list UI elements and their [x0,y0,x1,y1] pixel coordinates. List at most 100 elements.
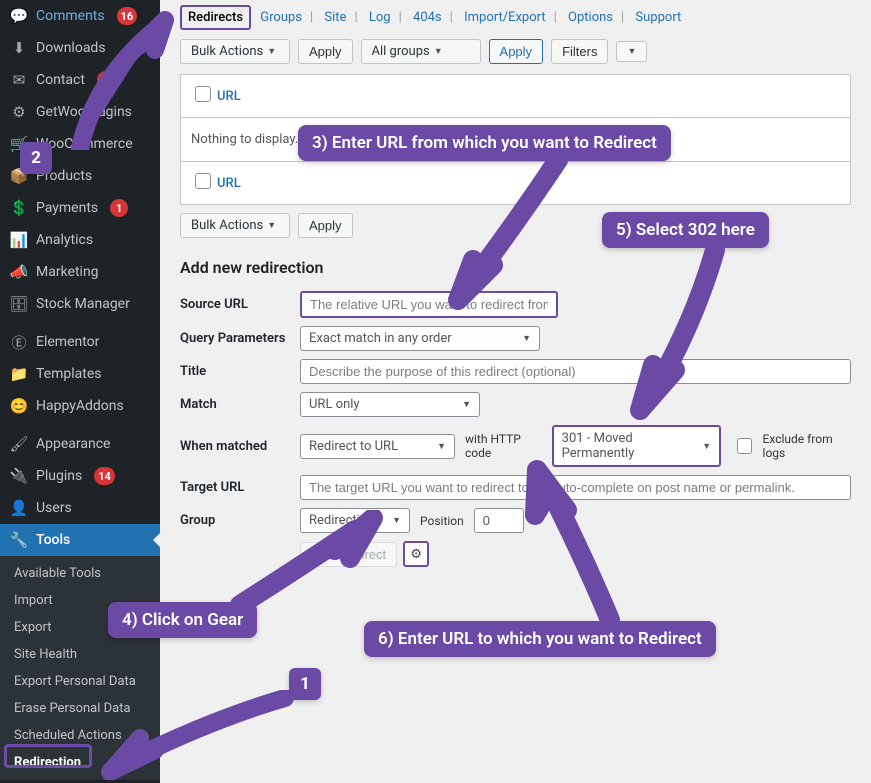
bulk-actions-select[interactable]: Bulk Actions ▼ [180,39,290,64]
table-header: URL [181,75,850,118]
apply-bulk-button[interactable]: Apply [298,39,353,64]
caret-icon: ▼ [627,46,636,57]
caret-icon: ▼ [267,46,276,57]
sidebar-item-label: Plugins [36,468,82,484]
sidebar-item-products[interactable]: 📦 Products [0,160,160,192]
tab-redirects[interactable]: Redirects [180,5,251,30]
groups-filter-select[interactable]: All groups▼ [361,39,481,64]
bulk-actions-select-bottom[interactable]: Bulk Actions▼ [180,213,290,238]
sidebar-item-label: GetWooPlugins [36,104,132,120]
sidebar-item-analytics[interactable]: 📊 Analytics [0,224,160,256]
group-value: Redirections [309,513,381,528]
sidebar-item-elementor[interactable]: Ⓔ Elementor [0,326,160,358]
tools-sub-erasepersonal[interactable]: Erase Personal Data [0,695,160,722]
sidebar-badge: 14 [94,467,115,485]
position-input[interactable] [474,508,524,533]
when-matched-select[interactable]: Redirect to URL▼ [300,434,455,459]
column-url[interactable]: URL [217,89,241,104]
when-matched-value: Redirect to URL [309,439,398,454]
apply-bulk-button-bottom[interactable]: Apply [298,213,353,238]
dollar-icon: 💲 [10,199,28,217]
sidebar-item-label: Templates [36,366,102,382]
table-toolbar-top: Bulk Actions ▼ Apply All groups▼ Apply Fi… [180,39,851,64]
elementor-icon: Ⓔ [10,333,28,351]
tools-sub-export[interactable]: Export [0,614,160,641]
sidebar-item-templates[interactable]: 📁 Templates [0,358,160,390]
stock-icon: 🗄 [10,295,28,313]
sidebar-item-contact[interactable]: ✉ Contact 1 [0,64,160,96]
label-match: Match [180,397,300,412]
sidebar-item-label: Tools [36,532,70,548]
main-content: Redirects Groups| Site| Log| 404s| Impor… [160,0,871,783]
filters-caret-button[interactable]: ▼ [616,41,647,62]
group-select[interactable]: Redirections ▼ [300,508,410,533]
sidebar-item-getwooplugins[interactable]: ⚙ GetWooPlugins [0,96,160,128]
target-url-input[interactable] [300,475,851,500]
sidebar-item-users[interactable]: 👤 Users [0,492,160,524]
templates-icon: 📁 [10,365,28,383]
sidebar-item-label: WooCommerce [36,136,133,152]
sidebar-item-woocommerce[interactable]: 🛒 WooCommerce [0,128,160,160]
tools-sub-scheduled[interactable]: Scheduled Actions [0,722,160,749]
caret-icon: ▼ [267,220,276,231]
table-empty-message: Nothing to display. [181,118,850,161]
bulk-actions-label: Bulk Actions [191,44,263,59]
tab-options[interactable]: Options [562,6,619,29]
box-icon: 📦 [10,167,28,185]
match-value: URL only [309,397,360,412]
sidebar-item-plugins[interactable]: 🔌 Plugins 14 [0,460,160,492]
source-url-input[interactable] [300,291,558,318]
tools-sub-available[interactable]: Available Tools [0,560,160,587]
tools-sub-import[interactable]: Import [0,587,160,614]
apply-filter-button[interactable]: Apply [489,39,544,64]
sidebar-item-payments[interactable]: 💲 Payments 1 [0,192,160,224]
tab-support[interactable]: Support [629,6,687,29]
tab-log[interactable]: Log [363,6,397,29]
exclude-logs-checkbox[interactable] [737,438,751,454]
filters-button[interactable]: Filters [551,39,608,64]
title-input[interactable] [300,359,851,384]
tools-submenu: Available Tools Import Export Site Healt… [0,556,160,780]
label-target-url: Target URL [180,480,300,495]
sidebar-item-label: Products [36,168,92,184]
column-url-bottom[interactable]: URL [217,176,241,191]
select-all-checkbox[interactable] [195,86,211,102]
sidebar-item-marketing[interactable]: 📣 Marketing [0,256,160,288]
tools-sub-redirection[interactable]: Redirection [0,749,160,776]
sidebar-item-downloads[interactable]: ⬇ Downloads [0,32,160,64]
tools-sub-sitehealth[interactable]: Site Health [0,641,160,668]
tab-site[interactable]: Site [318,6,352,29]
gear-button[interactable]: ⚙ [403,541,429,567]
sidebar-badge: 1 [97,71,115,89]
add-redirect-button[interactable]: Add Redirect [300,542,397,567]
tab-importexport[interactable]: Import/Export [458,6,552,29]
caret-icon: ▼ [392,515,401,526]
http-code-select[interactable]: 301 - Moved Permanently▼ [552,425,722,467]
sidebar-item-label: Contact [36,72,85,88]
sidebar-item-label: Stock Manager [36,296,130,312]
sidebar-badge: 16 [117,7,138,25]
caret-icon: ▼ [702,441,711,452]
sidebar-item-stockmanager[interactable]: 🗄 Stock Manager [0,288,160,320]
megaphone-icon: 📣 [10,263,28,281]
admin-sidebar: 💬 Comments 16 ⬇ Downloads ✉ Contact 1 ⚙ … [0,0,160,783]
sidebar-item-tools[interactable]: 🔧 Tools [0,524,160,556]
plug-icon: 🔌 [10,467,28,485]
query-params-select[interactable]: Exact match in any order▼ [300,326,540,351]
gear-icon: ⚙ [410,547,422,562]
sidebar-item-comments[interactable]: 💬 Comments 16 [0,0,160,32]
sidebar-item-label: Downloads [36,40,106,56]
tools-sub-exportpersonal[interactable]: Export Personal Data [0,668,160,695]
happy-icon: 😊 [10,397,28,415]
select-all-checkbox-bottom[interactable] [195,173,211,189]
tab-groups[interactable]: Groups [254,6,308,29]
redirects-table: URL Nothing to display. URL [180,74,851,205]
sidebar-item-happyaddons[interactable]: 😊 HappyAddons [0,390,160,422]
cart-icon: 🛒 [10,135,28,153]
tab-404s[interactable]: 404s [407,6,448,29]
sidebar-item-label: Marketing [36,264,99,280]
plugin-tabs: Redirects Groups| Site| Log| 404s| Impor… [180,0,851,39]
sidebar-item-appearance[interactable]: 🖌 Appearance [0,428,160,460]
wrench-icon: 🔧 [10,531,28,549]
match-select[interactable]: URL only▼ [300,392,480,417]
